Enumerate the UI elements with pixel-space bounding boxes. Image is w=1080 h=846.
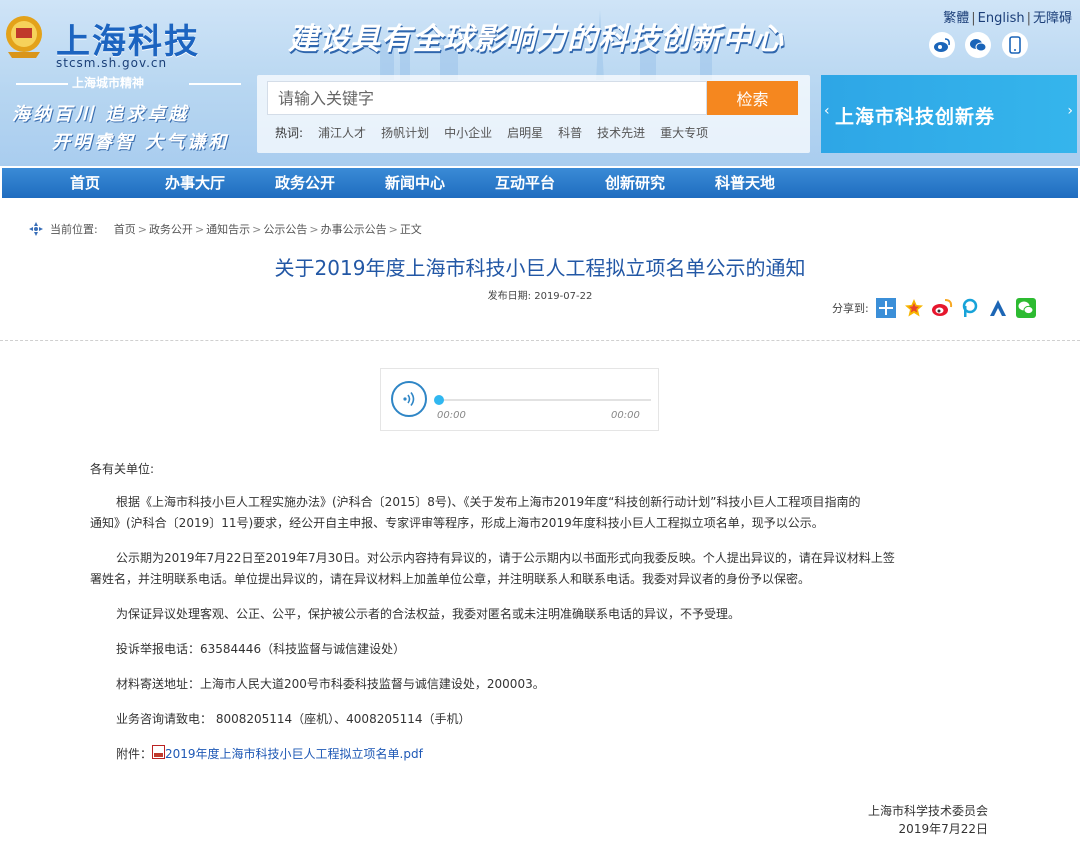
- site-domain: stcsm.sh.gov.cn: [56, 56, 168, 70]
- government-emblem-icon: [6, 16, 42, 58]
- hot-words-label: 热词:: [275, 126, 304, 140]
- qzone-icon[interactable]: [903, 297, 925, 319]
- paragraph-2-line-2: 署姓名，并注明联系电话。单位提出异议的，请在异议材料上加盖单位公章，并注明联系人…: [90, 572, 811, 586]
- nav-item-science-popularization[interactable]: 科普天地: [690, 168, 800, 198]
- hot-words: 热词: 浦江人才 扬帆计划 中小企业 启明星 科普 技术先进 重大专项: [275, 124, 708, 141]
- audio-progress-knob[interactable]: [434, 395, 444, 405]
- accessibility-link[interactable]: 无障碍: [1033, 11, 1072, 26]
- hot-word-link[interactable]: 扬帆计划: [381, 124, 429, 141]
- signature-date: 2019年7月22日: [898, 822, 988, 836]
- pengyou-icon[interactable]: [959, 297, 981, 319]
- motto-line-2: 开明睿智 大气谦和: [52, 132, 230, 153]
- nav-item-government-affairs[interactable]: 政务公开: [250, 168, 360, 198]
- nav-item-innovation-research[interactable]: 创新研究: [580, 168, 690, 198]
- audio-play-button[interactable]: [391, 381, 427, 417]
- banner-text: 上海市科技创新券: [835, 106, 996, 128]
- banner-prev-icon[interactable]: ‹: [824, 103, 830, 119]
- search-button[interactable]: 检索: [707, 81, 798, 115]
- breadcrumb-government-affairs[interactable]: 政务公开: [149, 221, 193, 237]
- search-input[interactable]: [267, 81, 707, 115]
- mobile-icon[interactable]: [1002, 32, 1028, 58]
- paragraph-1-line-1: 根据《上海市科技小巨人工程实施办法》(沪科合〔2015〕8号)、《关于发布上海市…: [116, 495, 861, 509]
- share-more-icon[interactable]: [875, 297, 897, 319]
- location-icon: [29, 222, 43, 236]
- sound-wave-icon: [403, 392, 415, 406]
- breadcrumb-service-announcements[interactable]: 办事公示公告: [321, 221, 387, 237]
- attachment-row: 附件： 2019年度上海市科技小巨人工程拟立项名单.pdf: [90, 744, 1000, 765]
- signature-organization: 上海市科学技术委员会: [867, 804, 988, 818]
- breadcrumb-announcements[interactable]: 公示公告: [263, 221, 307, 237]
- city-spirit-title: 上海城市精神: [72, 76, 145, 90]
- innovation-voucher-banner[interactable]: ‹ 上海市科技创新券 ›: [821, 75, 1077, 153]
- site-header: 上海科技 stcsm.sh.gov.cn 上海城市精神 海纳百川 追求卓越 开明…: [0, 0, 1080, 166]
- signature: 上海市科学技术委员会 2019年7月22日: [868, 802, 988, 838]
- section-divider: [0, 340, 1080, 341]
- audio-progress-track[interactable]: [437, 399, 651, 401]
- breadcrumb: 当前位置: 首页 > 政务公开 > 通知告示 > 公示公告 > 办事公示公告 > 正文: [28, 221, 422, 237]
- weibo-icon[interactable]: [929, 32, 955, 58]
- attachment-label: 附件：: [116, 747, 153, 761]
- salutation: 各有关单位:: [90, 462, 155, 476]
- wechat-icon[interactable]: [965, 32, 991, 58]
- nav-item-home[interactable]: 首页: [30, 168, 140, 198]
- pdf-icon: [152, 745, 166, 759]
- share-label: 分享到:: [832, 302, 869, 315]
- attachment-link[interactable]: 2019年度上海市科技小巨人工程拟立项名单.pdf: [165, 747, 423, 761]
- mailing-address: 材料寄送地址：上海市人民大道200号市科委科技监督与诚信建设处，200003。: [116, 677, 545, 691]
- publish-date-value: 2019-07-22: [534, 291, 593, 302]
- banner-next-icon[interactable]: ›: [1067, 103, 1073, 119]
- nav-item-news-center[interactable]: 新闻中心: [360, 168, 470, 198]
- hot-word-link[interactable]: 浦江人才: [318, 124, 366, 141]
- wechat-share-icon[interactable]: [1015, 297, 1037, 319]
- nav-item-interaction[interactable]: 互动平台: [470, 168, 580, 198]
- complaint-phone: 投诉举报电话：63584446（科技监督与诚信建设处）: [116, 642, 406, 656]
- breadcrumb-label: 当前位置:: [50, 223, 98, 236]
- traditional-chinese-link[interactable]: 繁體: [943, 11, 969, 26]
- paragraph-3: 为保证异议处理客观、公正、公平，保护被公示者的合法权益，我委对匿名或未注明准确联…: [116, 607, 741, 621]
- nav-item-service-hall[interactable]: 办事大厅: [140, 168, 250, 198]
- header-slogan: 建设具有全球影响力的科技创新中心: [288, 22, 784, 57]
- hot-word-link[interactable]: 重大专项: [660, 124, 708, 141]
- audio-current-time: 00:00: [437, 410, 466, 421]
- renren-icon[interactable]: [987, 297, 1009, 319]
- breadcrumb-notices[interactable]: 通知告示: [206, 221, 250, 237]
- share-bar: 分享到:: [832, 297, 1037, 319]
- motto-line-1: 海纳百川 追求卓越: [12, 104, 190, 125]
- paragraph-1-line-2: 通知》(沪科合〔2019〕11号)要求，经公开自主申报、专家评审等程序，形成上海…: [90, 516, 824, 530]
- hot-word-link[interactable]: 启明星: [507, 124, 543, 141]
- language-links: 繁體 | English | 无障碍: [943, 11, 1072, 26]
- search-panel: 检索 热词: 浦江人才 扬帆计划 中小企业 启明星 科普 技术先进 重大专项: [257, 75, 810, 153]
- hot-word-link[interactable]: 中小企业: [444, 124, 492, 141]
- main-nav: 首页 办事大厅 政务公开 新闻中心 互动平台 创新研究 科普天地: [2, 168, 1078, 198]
- article-title: 关于2019年度上海市科技小巨人工程拟立项名单公示的通知: [274, 256, 806, 280]
- audio-player: 00:00 00:00: [380, 368, 659, 431]
- breadcrumb-current: 正文: [399, 223, 422, 236]
- weibo-share-icon[interactable]: [931, 297, 953, 319]
- paragraph-2-line-1: 公示期为2019年7月22日至2019年7月30日。对公示内容持有异议的，请于公…: [116, 551, 895, 565]
- consultation-phone: 业务咨询请致电： 8008205114（座机）、4008205114（手机）: [116, 712, 471, 726]
- hot-word-link[interactable]: 技术先进: [597, 124, 645, 141]
- hot-word-link[interactable]: 科普: [558, 124, 582, 141]
- english-link[interactable]: English: [978, 11, 1025, 26]
- breadcrumb-home[interactable]: 首页: [114, 221, 136, 237]
- publish-date-label: 发布日期:: [487, 291, 532, 302]
- audio-total-time: 00:00: [611, 410, 640, 421]
